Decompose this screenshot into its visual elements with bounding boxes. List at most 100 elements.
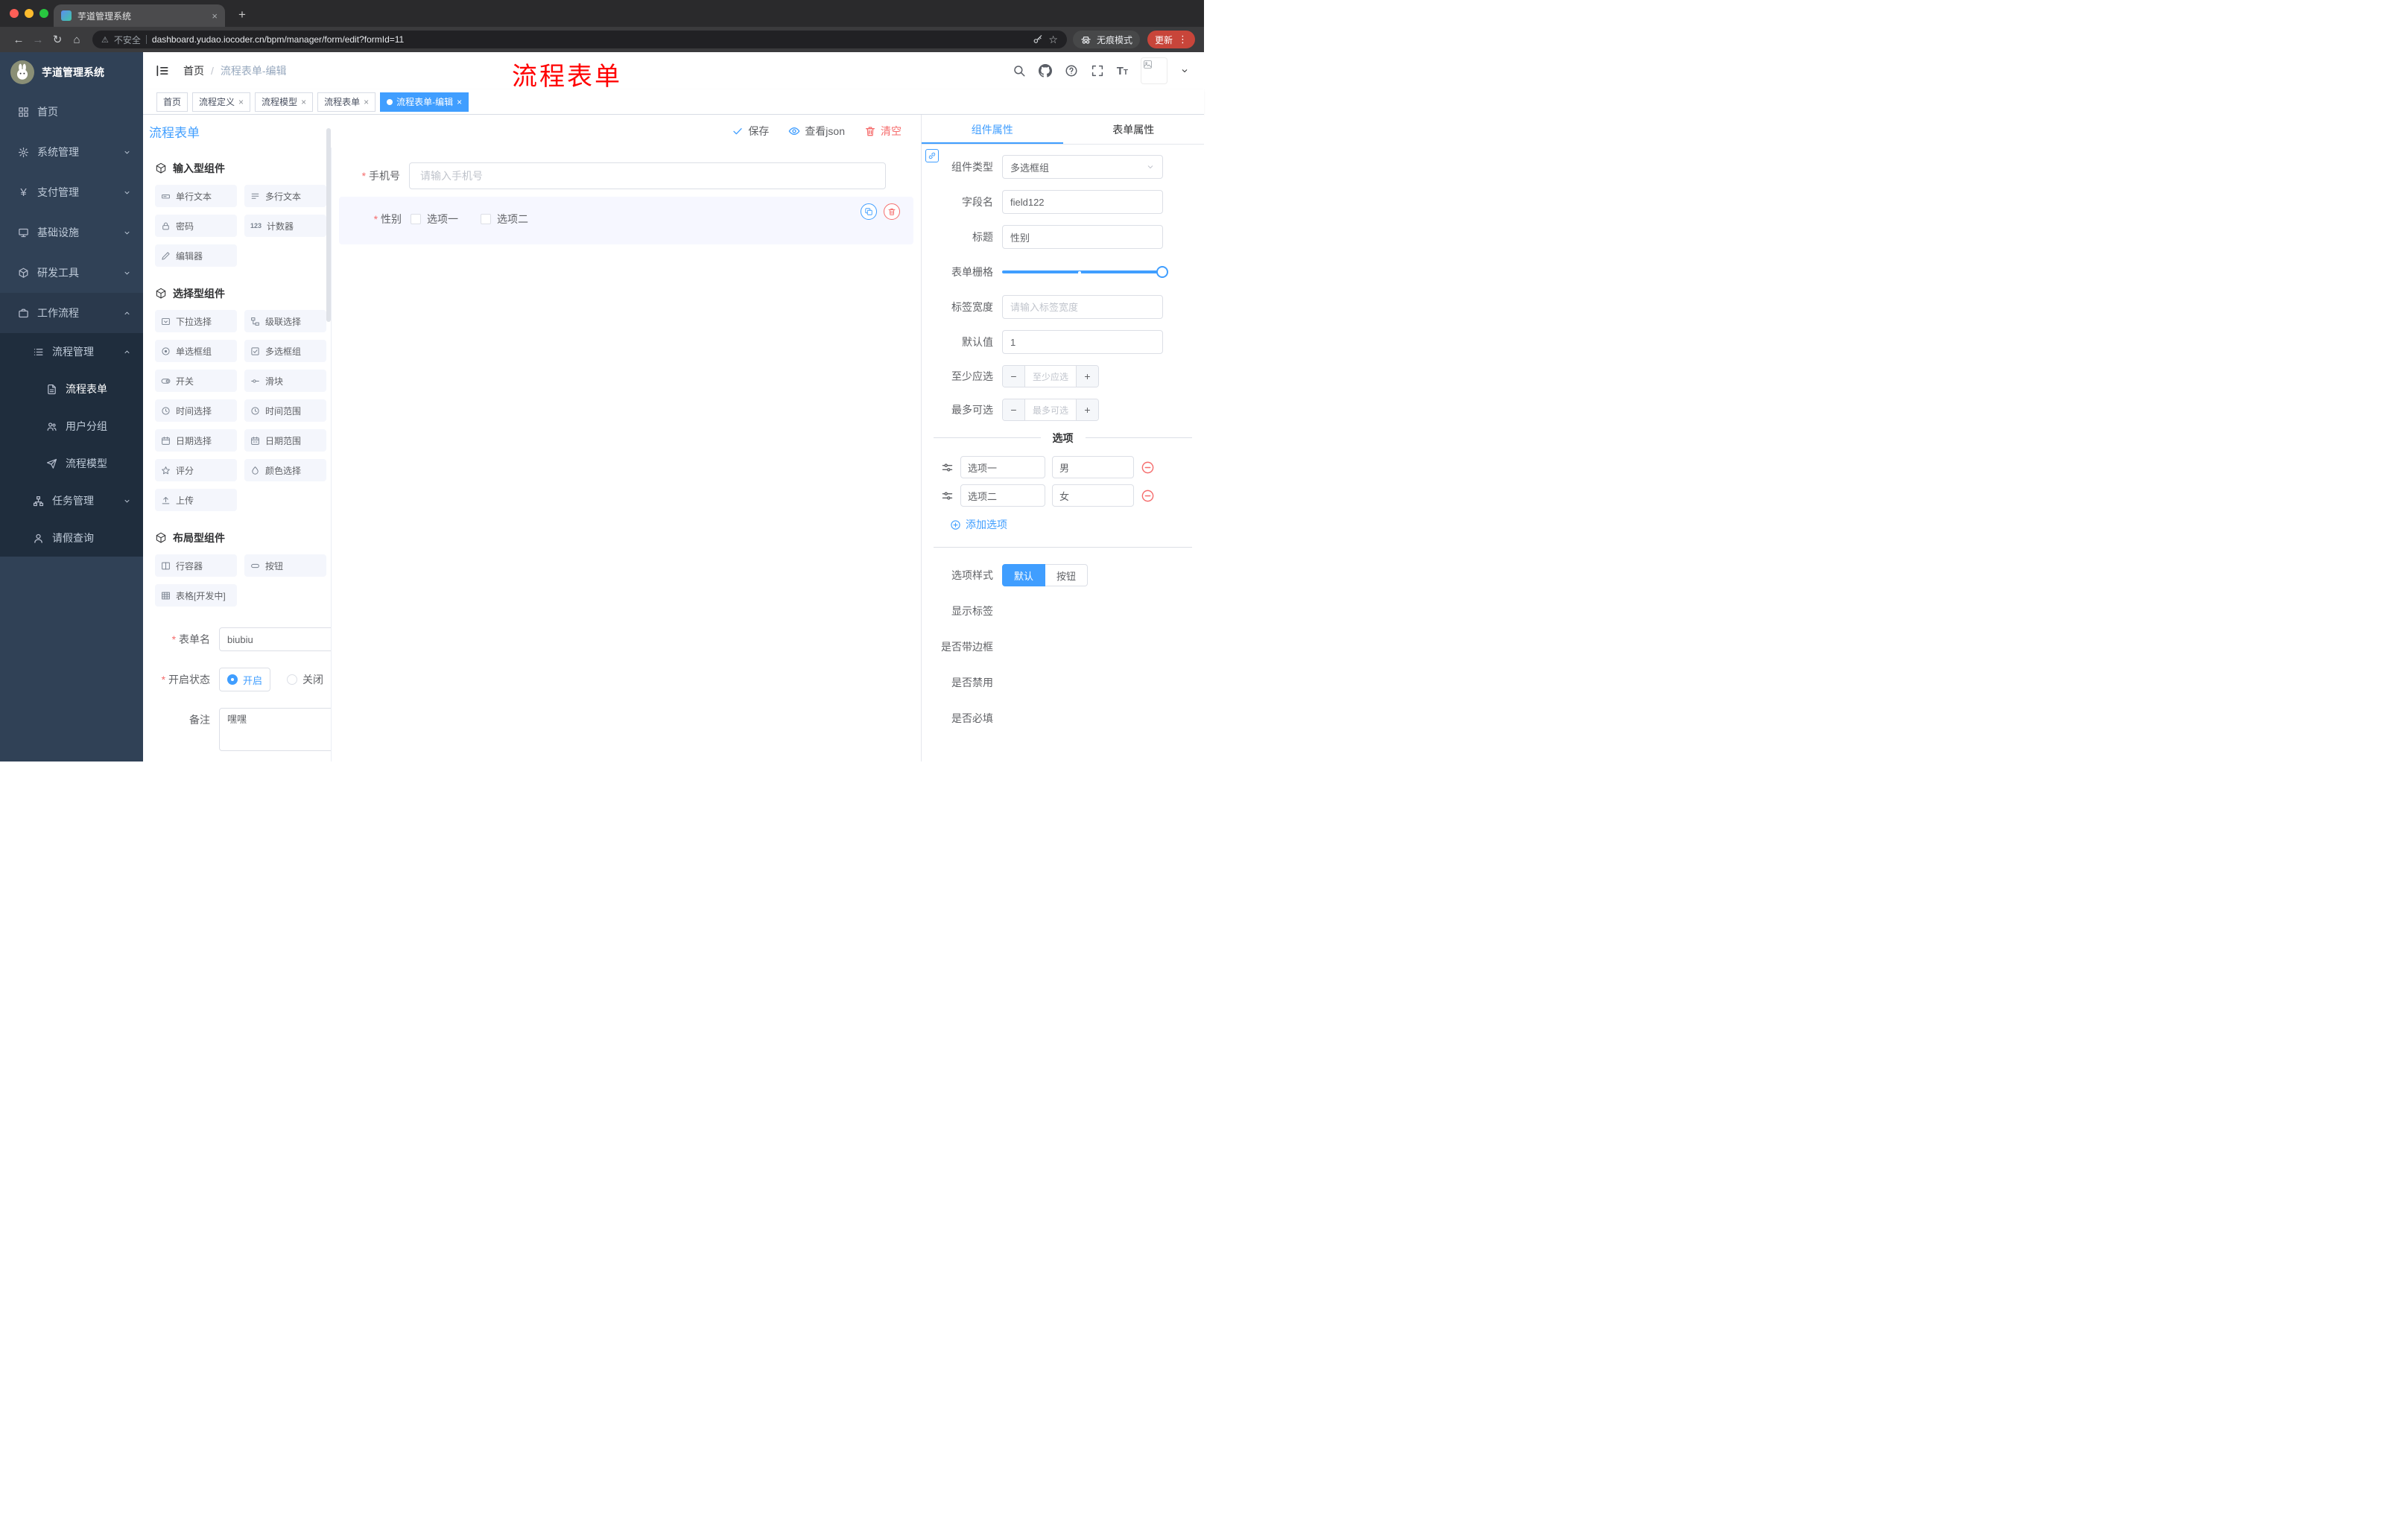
clear-button[interactable]: 清空 (864, 124, 902, 139)
tag-close-icon[interactable]: × (364, 97, 369, 107)
option-2-label-input[interactable] (960, 484, 1045, 507)
font-size-icon[interactable]: TT (1117, 66, 1128, 77)
github-icon[interactable] (1039, 64, 1052, 77)
help-icon[interactable] (1065, 64, 1078, 77)
palette-item-counter[interactable]: 123 计数器 (244, 215, 326, 237)
tag-close-icon[interactable]: × (301, 97, 306, 107)
palette-item-color-picker[interactable]: 颜色选择 (244, 459, 326, 481)
palette-item-rate[interactable]: 评分 (155, 459, 237, 481)
window-minimize-button[interactable] (25, 9, 34, 18)
palette-item-time-range[interactable]: 时间范围 (244, 399, 326, 422)
min-select-placeholder[interactable]: 至少应选 (1025, 366, 1076, 387)
form-remark-textarea[interactable]: 嘿嘿 (219, 708, 331, 751)
sidebar-item-task-management[interactable]: 任务管理 (0, 482, 143, 519)
tag-process-form[interactable]: 流程表单 × (317, 92, 376, 112)
new-tab-button[interactable]: + (232, 5, 252, 25)
status-on-radio[interactable]: 开启 (219, 668, 271, 691)
drag-handle-icon[interactable] (941, 490, 954, 502)
palette-item-date-range[interactable]: 日期范围 (244, 429, 326, 452)
password-key-icon[interactable] (1033, 34, 1043, 45)
tag-process-model[interactable]: 流程模型 × (255, 92, 314, 112)
avatar-caret-down-icon[interactable] (1180, 66, 1189, 75)
window-zoom-button[interactable] (39, 9, 48, 18)
home-button[interactable]: ⌂ (67, 30, 86, 49)
sidebar-item-infrastructure[interactable]: 基础设施 (0, 212, 143, 253)
sidebar-item-process-model[interactable]: 流程模型 (0, 445, 143, 482)
increase-button[interactable]: + (1076, 399, 1098, 420)
tab-form-props[interactable]: 表单属性 (1063, 115, 1205, 144)
bookmark-star-icon[interactable]: ☆ (1048, 34, 1058, 46)
browser-tab[interactable]: 芋道管理系统 × (54, 4, 225, 27)
forward-button[interactable]: → (28, 30, 48, 49)
option-1-value-input[interactable] (1052, 456, 1134, 478)
status-off-radio[interactable]: 关闭 (287, 672, 323, 687)
gender-widget-selected[interactable]: 性别 选项一 选项二 (339, 197, 913, 244)
save-button[interactable]: 保存 (732, 124, 769, 139)
palette-item-cascader[interactable]: 级联选择 (244, 310, 326, 332)
palette-item-date-picker[interactable]: 日期选择 (155, 429, 237, 452)
palette-item-single-line-text[interactable]: 单行文本 (155, 185, 237, 207)
view-json-button[interactable]: 查看json (788, 124, 845, 139)
sidebar-item-process-form[interactable]: 流程表单 (0, 370, 143, 408)
breadcrumb-home[interactable]: 首页 (183, 63, 204, 78)
palette-item-time-picker[interactable]: 时间选择 (155, 399, 237, 422)
phone-input[interactable] (409, 162, 886, 189)
drag-handle-icon[interactable] (941, 461, 954, 474)
title-input[interactable] (1002, 225, 1163, 249)
palette-item-checkbox-group[interactable]: 多选框组 (244, 340, 326, 362)
sidebar-item-payment-management[interactable]: ¥ 支付管理 (0, 172, 143, 212)
default-value-input[interactable] (1002, 330, 1163, 354)
sidebar-item-system-management[interactable]: 系统管理 (0, 132, 143, 172)
sidebar-fold-icon[interactable] (155, 63, 170, 78)
user-avatar[interactable] (1141, 57, 1167, 84)
style-button-button[interactable]: 按钮 (1045, 564, 1089, 586)
tag-process-definition[interactable]: 流程定义 × (192, 92, 251, 112)
sidebar-item-home[interactable]: 首页 (0, 92, 143, 132)
back-button[interactable]: ← (9, 30, 28, 49)
tag-close-icon[interactable]: × (238, 97, 244, 107)
increase-button[interactable]: + (1076, 366, 1098, 387)
form-name-input[interactable] (219, 627, 331, 651)
tag-close-icon[interactable]: × (457, 97, 462, 107)
palette-item-table[interactable]: 表格[开发中] (155, 584, 237, 607)
max-select-placeholder[interactable]: 最多可选 (1025, 399, 1076, 420)
tag-process-form-edit[interactable]: 流程表单-编辑 × (380, 92, 469, 112)
style-default-button[interactable]: 默认 (1002, 564, 1046, 586)
field-name-input[interactable] (1002, 190, 1163, 214)
fullscreen-icon[interactable] (1091, 64, 1104, 77)
sidebar-item-dev-tools[interactable]: 研发工具 (0, 253, 143, 293)
tab-close-icon[interactable]: × (212, 10, 218, 22)
checkbox-option-1[interactable]: 选项一 (411, 212, 458, 227)
search-icon[interactable] (1013, 64, 1026, 77)
palette-item-button[interactable]: 按钮 (244, 554, 326, 577)
palette-item-upload[interactable]: 上传 (155, 489, 237, 511)
window-close-button[interactable] (10, 9, 19, 18)
sidebar-item-user-group[interactable]: 用户分组 (0, 408, 143, 445)
palette-item-slider[interactable]: 滑块 (244, 370, 326, 392)
component-type-select[interactable]: 多选框组 (1002, 155, 1163, 179)
palette-item-select[interactable]: 下拉选择 (155, 310, 237, 332)
anchor-link-icon[interactable] (925, 149, 939, 162)
browser-menu-icon[interactable]: ⋮ (1178, 34, 1188, 45)
grid-slider[interactable] (1002, 260, 1168, 284)
palette-item-row-container[interactable]: 行容器 (155, 554, 237, 577)
decrease-button[interactable]: − (1003, 366, 1025, 387)
checkbox-option-2[interactable]: 选项二 (481, 212, 528, 227)
option-1-label-input[interactable] (960, 456, 1045, 478)
remove-option-icon[interactable] (1141, 489, 1155, 503)
palette-item-editor[interactable]: 编辑器 (155, 244, 237, 267)
sidebar-item-workflow[interactable]: 工作流程 (0, 293, 143, 333)
sidebar-item-process-management[interactable]: 流程管理 (0, 333, 143, 370)
palette-item-multi-line-text[interactable]: 多行文本 (244, 185, 326, 207)
tag-home[interactable]: 首页 (156, 92, 188, 112)
copy-widget-button[interactable] (861, 203, 877, 220)
palette-item-radio-group[interactable]: 单选框组 (155, 340, 237, 362)
add-option-button[interactable]: 添加选项 (950, 517, 1204, 532)
delete-widget-button[interactable] (884, 203, 900, 220)
remove-option-icon[interactable] (1141, 460, 1155, 475)
label-width-input[interactable] (1002, 295, 1163, 319)
decrease-button[interactable]: − (1003, 399, 1025, 420)
option-2-value-input[interactable] (1052, 484, 1134, 507)
reload-button[interactable]: ↻ (48, 30, 67, 49)
palette-item-switch[interactable]: 开关 (155, 370, 237, 392)
